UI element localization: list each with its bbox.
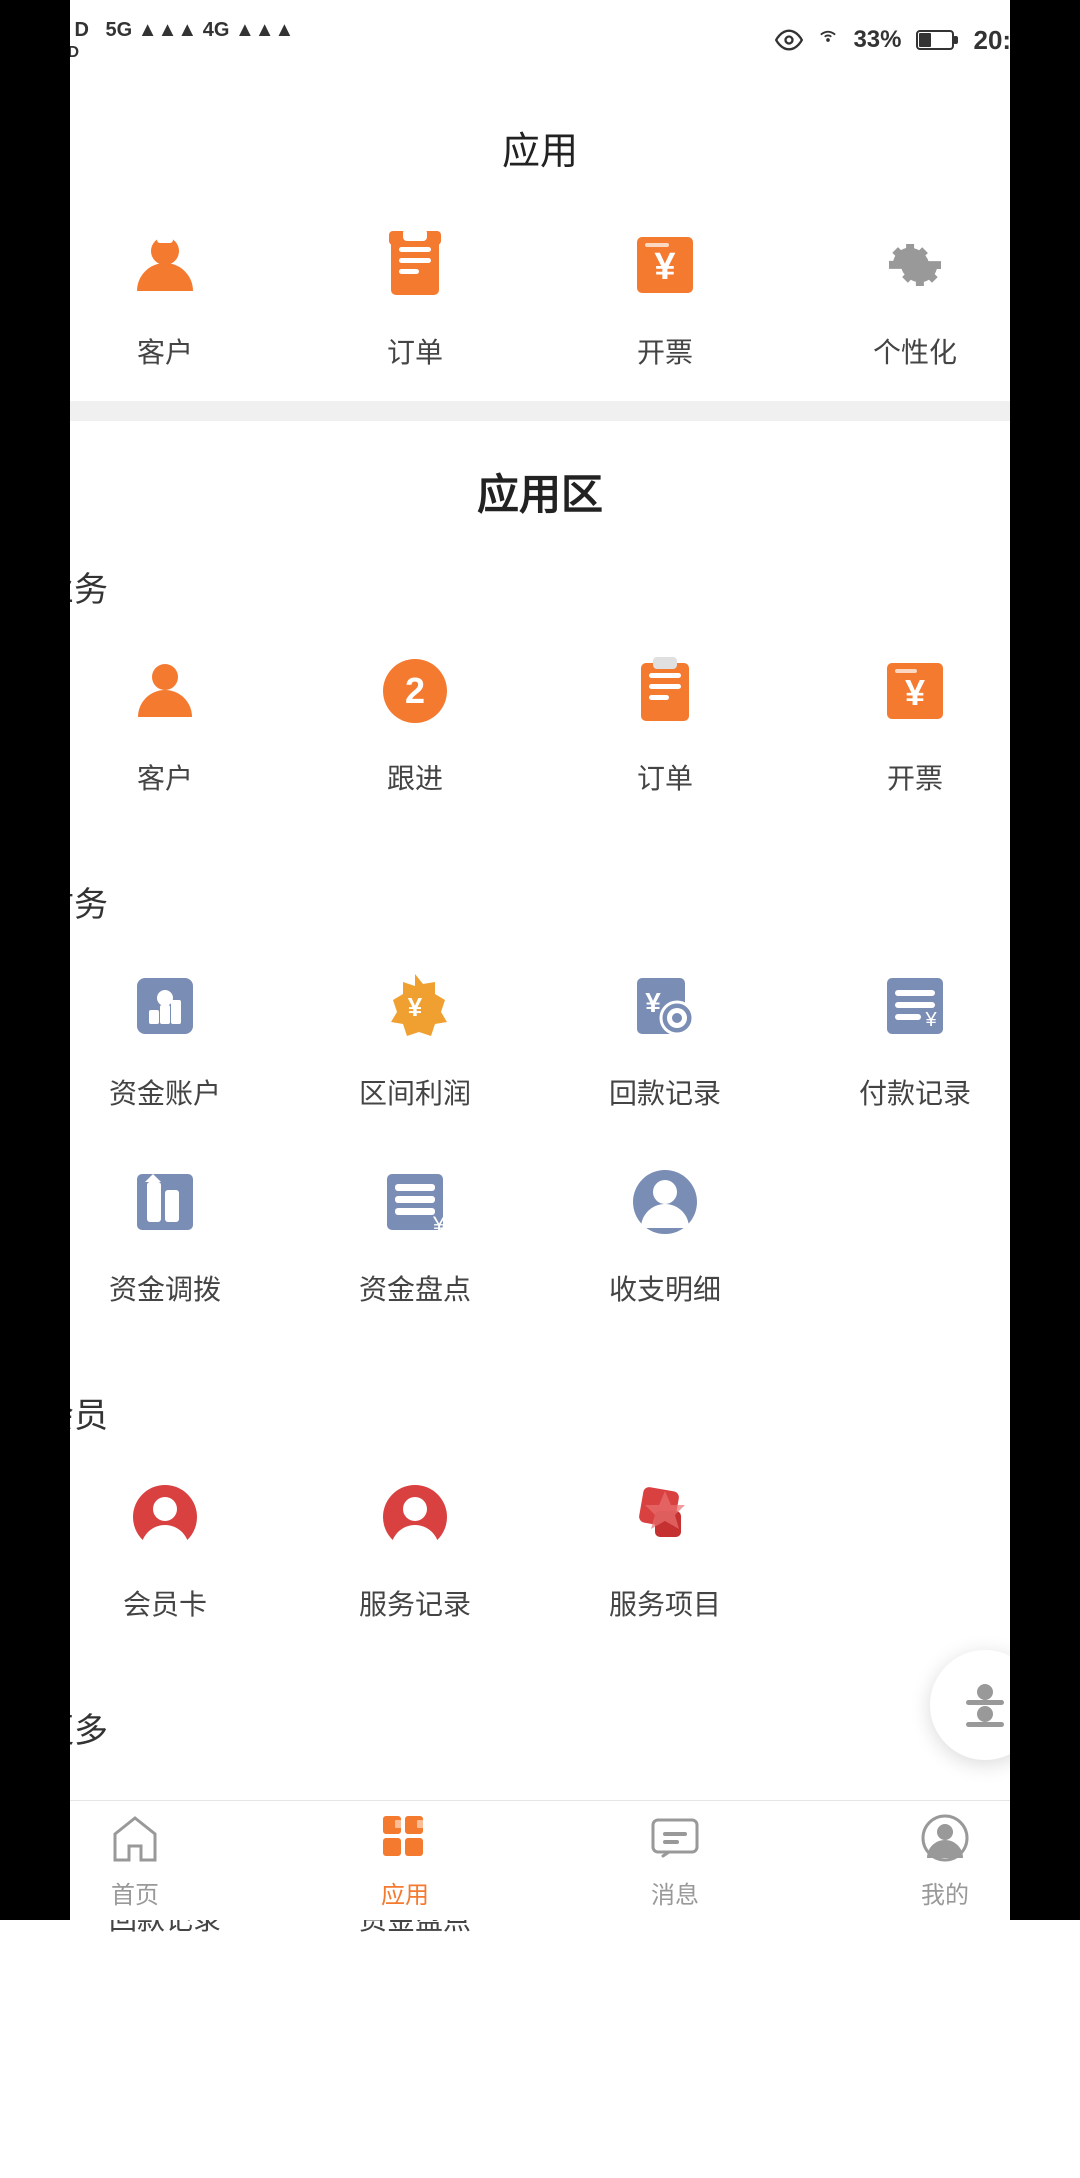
- status-bar: HD D 5G ▲▲▲ 4G ▲▲▲ HD D 33% 20:08: [0, 0, 1080, 80]
- mem-service-item[interactable]: 服务项目: [540, 1467, 790, 1623]
- mem-service-record-icon: [365, 1467, 465, 1567]
- app-zone-title: 应用区: [40, 461, 1040, 522]
- right-border: [1010, 0, 1080, 1920]
- top-app-order-label: 订单: [387, 331, 443, 371]
- svg-text:¥: ¥: [645, 987, 661, 1018]
- top-app-settings[interactable]: 个性化: [865, 215, 965, 371]
- status-network: HD D 5G ▲▲▲ 4G ▲▲▲ HD D: [40, 19, 294, 62]
- fin-profit-label: 区间利润: [359, 1072, 471, 1112]
- fin-payment-record[interactable]: ¥ 回款记录: [540, 956, 790, 1112]
- nav-apps-label: 应用: [381, 1875, 429, 1910]
- fin-fund-transfer-label: 资金调拨: [109, 1268, 221, 1308]
- nav-profile-label: 我的: [921, 1875, 969, 1910]
- nav-home-icon: [109, 1812, 161, 1869]
- fin-profit-icon: ¥: [365, 956, 465, 1056]
- nav-apps[interactable]: 应用: [270, 1812, 540, 1910]
- fin-fund-check[interactable]: ¥ 资金盘点: [290, 1152, 540, 1308]
- svg-text:2: 2: [405, 670, 425, 711]
- fin-fund-check-icon: ¥: [365, 1152, 465, 1252]
- mem-service-record[interactable]: 服务记录: [290, 1467, 540, 1623]
- fin-fund-transfer-icon: [115, 1152, 215, 1252]
- category-business-title: 业务: [40, 562, 1040, 611]
- svg-text:¥: ¥: [924, 1009, 937, 1031]
- top-app-invoice-label: 开票: [637, 331, 693, 371]
- fin-payment-record-icon: ¥: [615, 956, 715, 1056]
- nav-message-icon: [649, 1812, 701, 1869]
- nav-apps-icon: [379, 1812, 431, 1869]
- mem-service-record-label: 服务记录: [359, 1583, 471, 1623]
- biz-follow[interactable]: 2 跟进: [290, 641, 540, 797]
- mem-card-icon: [115, 1467, 215, 1567]
- status-icons: 33% 20:08: [775, 25, 1040, 56]
- fin-pay-record-label: 付款记录: [859, 1072, 971, 1112]
- svg-text:¥: ¥: [654, 246, 675, 288]
- nav-message-label: 消息: [651, 1875, 699, 1910]
- fin-income-expense-icon: [615, 1152, 715, 1252]
- mem-card-label: 会员卡: [123, 1583, 207, 1623]
- biz-order-label: 订单: [637, 757, 693, 797]
- fin-profit[interactable]: ¥ 区间利润: [290, 956, 540, 1112]
- biz-invoice[interactable]: ¥ 开票: [790, 641, 1040, 797]
- top-apps-grid: 客户 订单 ¥: [0, 215, 1080, 371]
- category-finance: 财务 资金账户 ¥: [40, 877, 1040, 1348]
- fin-fund-check-label: 资金盘点: [359, 1268, 471, 1308]
- biz-customer-label: 客户: [137, 757, 193, 797]
- category-finance-title: 财务: [40, 877, 1040, 926]
- top-section-title: 应用: [0, 120, 1080, 175]
- fin-fund-account-label: 资金账户: [109, 1072, 221, 1112]
- fin-fund-transfer[interactable]: 资金调拨: [40, 1152, 290, 1308]
- nav-home-label: 首页: [111, 1875, 159, 1910]
- fin-income-expense[interactable]: 收支明细: [540, 1152, 790, 1308]
- mem-service-item-icon: [615, 1467, 715, 1567]
- customer-icon-top: [115, 215, 215, 315]
- finance-apps-grid: 资金账户 ¥ 区间利润 ¥: [40, 956, 1040, 1348]
- category-more-title: 更多: [40, 1703, 1040, 1752]
- biz-invoice-label: 开票: [887, 757, 943, 797]
- fin-fund-account[interactable]: 资金账户: [40, 956, 290, 1112]
- svg-text:¥: ¥: [408, 992, 423, 1022]
- business-apps-grid: 客户 2 跟进: [40, 641, 1040, 837]
- top-apps-section: 应用 客户: [0, 80, 1080, 401]
- svg-text:¥: ¥: [432, 1212, 446, 1237]
- top-app-invoice[interactable]: ¥ 开票: [615, 215, 715, 371]
- fin-income-expense-label: 收支明细: [609, 1268, 721, 1308]
- fin-pay-record[interactable]: ¥ 付款记录: [790, 956, 1040, 1112]
- top-app-customer[interactable]: 客户: [115, 215, 215, 371]
- bottom-nav: 首页 应用 消息: [0, 1800, 1080, 1920]
- settings-icon-top: [865, 215, 965, 315]
- fin-fund-account-icon: [115, 956, 215, 1056]
- section-divider: [0, 401, 1080, 421]
- biz-customer-icon: [115, 641, 215, 741]
- fin-pay-record-icon: ¥: [865, 956, 965, 1056]
- order-icon-top: [365, 215, 465, 315]
- member-apps-grid: 会员卡 服务记录: [40, 1467, 1040, 1663]
- biz-order[interactable]: 订单: [540, 641, 790, 797]
- top-app-customer-label: 客户: [137, 331, 193, 371]
- mem-card[interactable]: 会员卡: [40, 1467, 290, 1623]
- top-app-settings-label: 个性化: [873, 331, 957, 371]
- top-app-order[interactable]: 订单: [365, 215, 465, 371]
- biz-order-icon: [615, 641, 715, 741]
- category-member: 会员 会员卡: [40, 1388, 1040, 1663]
- svg-text:¥: ¥: [905, 672, 925, 713]
- fin-payment-record-label: 回款记录: [609, 1072, 721, 1112]
- nav-profile-icon: [919, 1812, 971, 1869]
- biz-invoice-icon: ¥: [865, 641, 965, 741]
- category-business: 业务 客户 2 跟进: [40, 562, 1040, 837]
- invoice-icon-top: ¥: [615, 215, 715, 315]
- category-member-title: 会员: [40, 1388, 1040, 1437]
- biz-follow-icon: 2: [365, 641, 465, 741]
- left-border: [0, 0, 70, 1920]
- biz-follow-label: 跟进: [387, 757, 443, 797]
- mem-service-item-label: 服务项目: [609, 1583, 721, 1623]
- biz-customer[interactable]: 客户: [40, 641, 290, 797]
- nav-message[interactable]: 消息: [540, 1812, 810, 1910]
